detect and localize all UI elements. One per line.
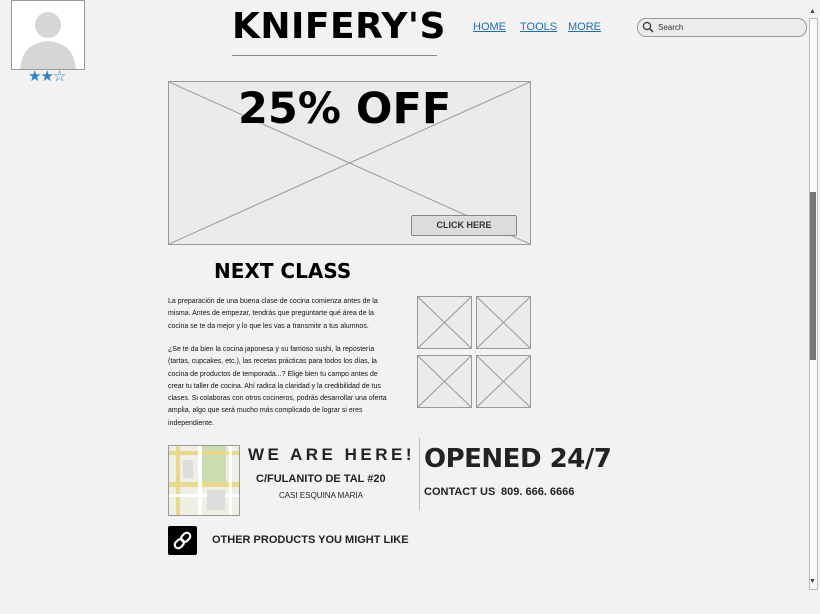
- address-line: C/FULANITO DE TAL #20: [256, 473, 386, 485]
- image-placeholder-icon: [417, 355, 472, 408]
- nav-home-link[interactable]: HOME: [473, 21, 506, 33]
- promo-title: 25% OFF: [238, 84, 452, 134]
- address-detail: CASI ESQUINA MARIA: [279, 491, 364, 500]
- location-title: WE ARE HERE!: [248, 445, 415, 464]
- contact-label: CONTACT US: [424, 486, 496, 498]
- link-icon: [173, 531, 192, 550]
- gallery-thumbnail[interactable]: [476, 355, 531, 408]
- other-products-link[interactable]: OTHER PRODUCTS YOU MIGHT LIKE: [212, 534, 409, 546]
- avatar[interactable]: [11, 0, 85, 70]
- class-paragraph-2: ¿Se te da bien la cocina japonesa y su f…: [168, 346, 387, 427]
- nav-more-link[interactable]: MORE: [568, 21, 601, 33]
- search-input[interactable]: [658, 20, 798, 34]
- scroll-up-arrow-icon[interactable]: ▲: [809, 8, 816, 15]
- user-silhouette-icon: [12, 1, 84, 69]
- rating-stars: ★★☆: [28, 67, 66, 85]
- scrollbar-thumb[interactable]: [810, 192, 816, 360]
- gallery-thumbnail[interactable]: [476, 296, 531, 349]
- search-icon: [642, 21, 654, 33]
- image-placeholder-icon: [417, 296, 472, 349]
- gallery-thumbnail[interactable]: [417, 355, 472, 408]
- logo-underline: [232, 55, 437, 56]
- click-here-button[interactable]: CLICK HERE: [411, 215, 517, 236]
- divider: [419, 438, 420, 510]
- site-logo[interactable]: KNIFERY'S: [232, 6, 445, 47]
- image-placeholder-icon: [476, 296, 531, 349]
- location-map[interactable]: [168, 445, 240, 516]
- gallery-thumbnail[interactable]: [417, 296, 472, 349]
- map-icon: [169, 446, 239, 515]
- class-paragraph-1: La preparación de una buena clase de coc…: [168, 298, 378, 330]
- search-box[interactable]: [637, 18, 807, 37]
- image-placeholder-icon: [476, 355, 531, 408]
- nav-tools-link[interactable]: TOOLS: [520, 21, 557, 33]
- next-class-title: NEXT CLASS: [214, 259, 352, 283]
- link-button[interactable]: [168, 526, 197, 555]
- scroll-down-arrow-icon[interactable]: ▼: [809, 578, 816, 585]
- hours-title: OPENED 24/7: [424, 444, 612, 474]
- phone-number[interactable]: 809. 666. 6666: [501, 486, 574, 498]
